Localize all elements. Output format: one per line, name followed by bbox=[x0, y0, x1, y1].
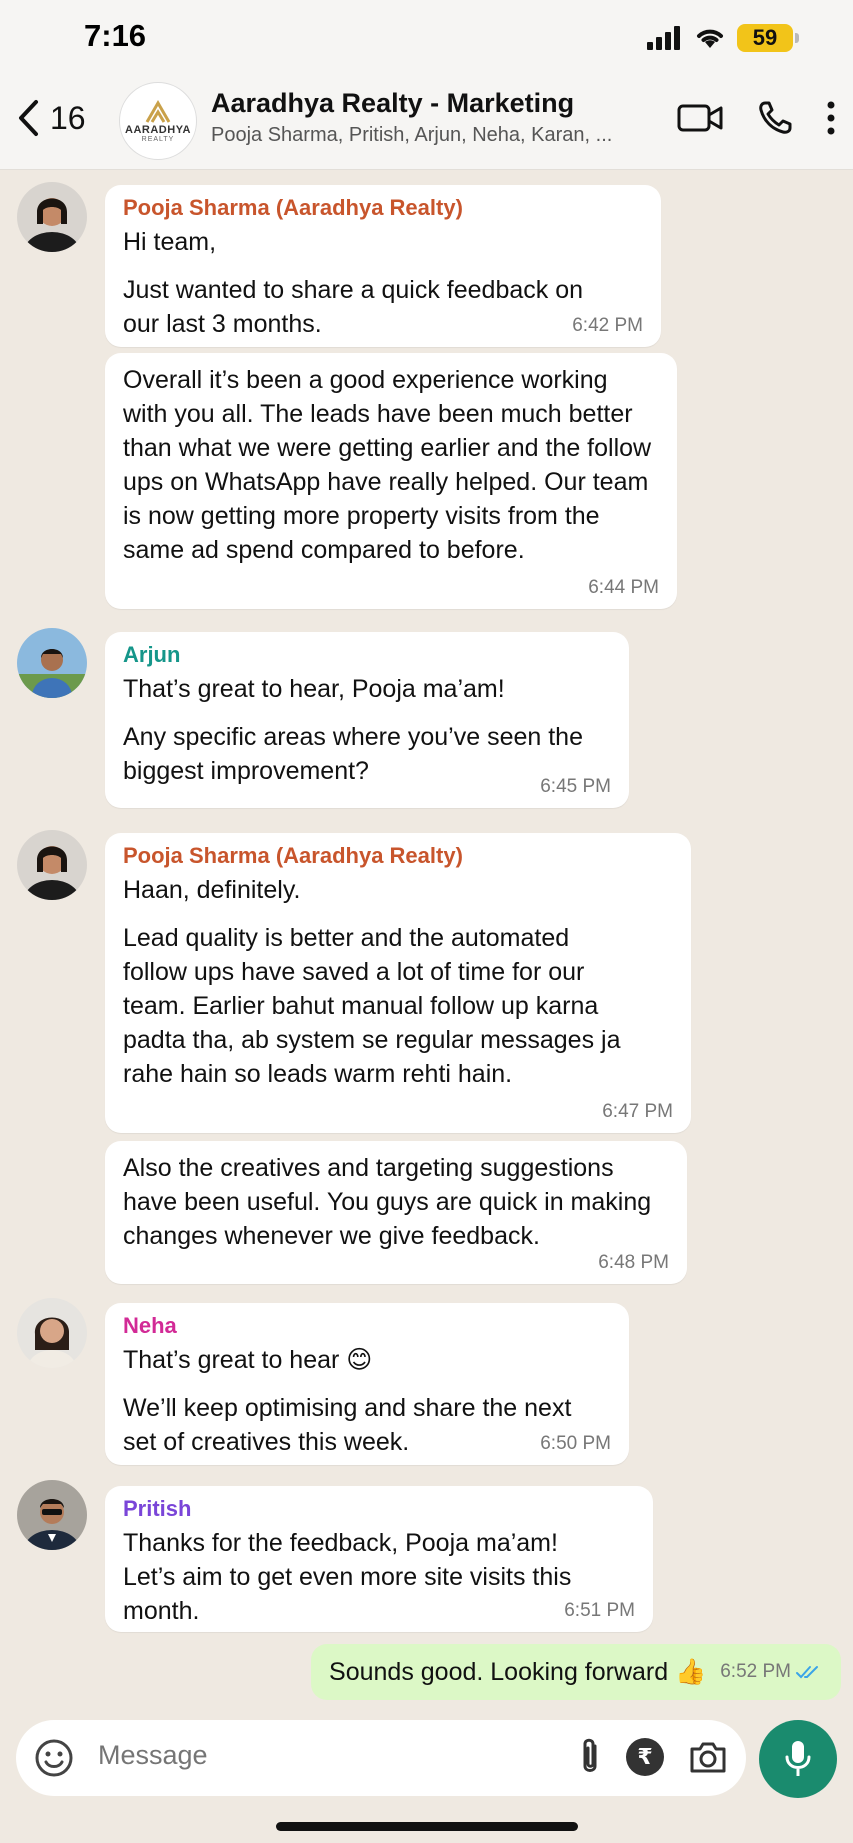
avatar-arjun[interactable] bbox=[17, 628, 87, 698]
more-options-icon[interactable] bbox=[827, 101, 835, 135]
message-bubble[interactable]: Pooja Sharma (Aaradhya Realty) Hi team, … bbox=[105, 185, 661, 347]
message-time-text: 6:52 PM bbox=[720, 1661, 791, 1682]
message-bubble[interactable]: Overall it’s been a good experience work… bbox=[105, 353, 677, 609]
message-bubble[interactable]: Pooja Sharma (Aaradhya Realty) Haan, def… bbox=[105, 833, 691, 1133]
message-text: Sounds good. Looking forward 👍 bbox=[329, 1658, 707, 1686]
avatar-pooja[interactable] bbox=[17, 830, 87, 900]
message-text: Just wanted to share a quick feedback on… bbox=[123, 276, 584, 338]
chat-area[interactable]: Pooja Sharma (Aaradhya Realty) Hi team, … bbox=[0, 170, 853, 1716]
camera-icon[interactable] bbox=[688, 1739, 728, 1775]
chevron-left-icon bbox=[19, 100, 38, 136]
message-text: That’s great to hear 😊 bbox=[123, 1346, 373, 1374]
message-time: 6:51 PM bbox=[564, 1600, 635, 1621]
avatar-pritish[interactable] bbox=[17, 1480, 87, 1550]
header-actions bbox=[677, 100, 835, 136]
home-indicator bbox=[276, 1822, 578, 1831]
message-time: 6:45 PM bbox=[540, 776, 611, 797]
unread-count: 16 bbox=[50, 99, 86, 136]
sender-name: Pritish bbox=[123, 1496, 192, 1521]
message-text: Hi team, bbox=[123, 228, 217, 256]
status-time: 7:16 bbox=[84, 18, 147, 53]
avatar-brand: AARADHYA bbox=[125, 123, 191, 136]
group-avatar[interactable]: AARADHYA REALTY bbox=[119, 82, 197, 160]
brand-logo-icon bbox=[145, 99, 171, 123]
attach-icon[interactable] bbox=[578, 1736, 602, 1778]
message-bubble[interactable]: Neha That’s great to hear 😊 We’ll keep o… bbox=[105, 1303, 629, 1465]
avatar-pooja[interactable] bbox=[17, 182, 87, 252]
sender-name: Pooja Sharma (Aaradhya Realty) bbox=[123, 843, 463, 868]
video-call-icon[interactable] bbox=[677, 103, 723, 133]
message-time: 6:50 PM bbox=[540, 1433, 611, 1454]
message-bubble[interactable]: Also the creatives and targeting suggest… bbox=[105, 1141, 687, 1284]
message-time: 6:47 PM bbox=[602, 1101, 673, 1122]
message-bubble[interactable]: Pritish Thanks for the feedback, Pooja m… bbox=[105, 1486, 653, 1632]
back-button[interactable]: 16 bbox=[16, 98, 86, 138]
signal-icon bbox=[647, 26, 680, 50]
message-time: 6:42 PM bbox=[572, 315, 643, 336]
phone-icon[interactable] bbox=[757, 100, 793, 136]
message-text: Overall it’s been a good experience work… bbox=[123, 366, 652, 564]
message-input[interactable] bbox=[98, 1740, 458, 1771]
battery-indicator: 59 bbox=[737, 24, 799, 52]
sender-name: Neha bbox=[123, 1313, 177, 1338]
composer-actions: ₹ bbox=[578, 1736, 728, 1778]
outgoing-message-bubble[interactable]: Sounds good. Looking forward 👍 6:52 PM bbox=[311, 1644, 841, 1700]
mic-icon bbox=[785, 1741, 811, 1776]
payment-button[interactable]: ₹ bbox=[626, 1738, 664, 1776]
group-members[interactable]: Pooja Sharma, Pritish, Arjun, Neha, Kara… bbox=[211, 124, 641, 147]
emoji-icon[interactable] bbox=[34, 1738, 74, 1778]
read-ticks-icon bbox=[796, 1666, 818, 1679]
composer-bar: ₹ bbox=[0, 1716, 853, 1843]
message-text: We’ll keep optimising and share the next… bbox=[123, 1394, 572, 1456]
chat-header: 16 AARADHYA REALTY Aaradhya Realty - Mar… bbox=[0, 78, 853, 170]
avatar-sub: REALTY bbox=[141, 135, 175, 143]
avatar-neha[interactable] bbox=[17, 1298, 87, 1368]
sender-name: Pooja Sharma (Aaradhya Realty) bbox=[123, 195, 463, 220]
message-time: 6:48 PM bbox=[598, 1252, 669, 1273]
message-text: Thanks for the feedback, Pooja ma’am! Le… bbox=[123, 1529, 572, 1625]
message-text: That’s great to hear, Pooja ma’am! bbox=[123, 675, 505, 703]
status-bar: 7:16 59 bbox=[0, 0, 853, 78]
message-text: Also the creatives and targeting suggest… bbox=[123, 1154, 652, 1250]
mic-button[interactable] bbox=[759, 1720, 837, 1798]
wifi-icon bbox=[697, 29, 723, 48]
message-time: 6:52 PM bbox=[720, 1661, 823, 1683]
message-input-container[interactable]: ₹ bbox=[16, 1720, 746, 1796]
message-text: Any specific areas where you’ve seen the… bbox=[123, 723, 583, 785]
message-text: Haan, definitely. bbox=[123, 876, 301, 904]
message-bubble[interactable]: Arjun That’s great to hear, Pooja ma’am!… bbox=[105, 632, 629, 808]
status-icons: 59 bbox=[647, 24, 799, 52]
message-text: Lead quality is better and the automated… bbox=[123, 924, 621, 1088]
sender-name: Arjun bbox=[123, 642, 181, 667]
group-title[interactable]: Aaradhya Realty - Marketing bbox=[211, 88, 574, 119]
message-time: 6:44 PM bbox=[588, 577, 659, 598]
